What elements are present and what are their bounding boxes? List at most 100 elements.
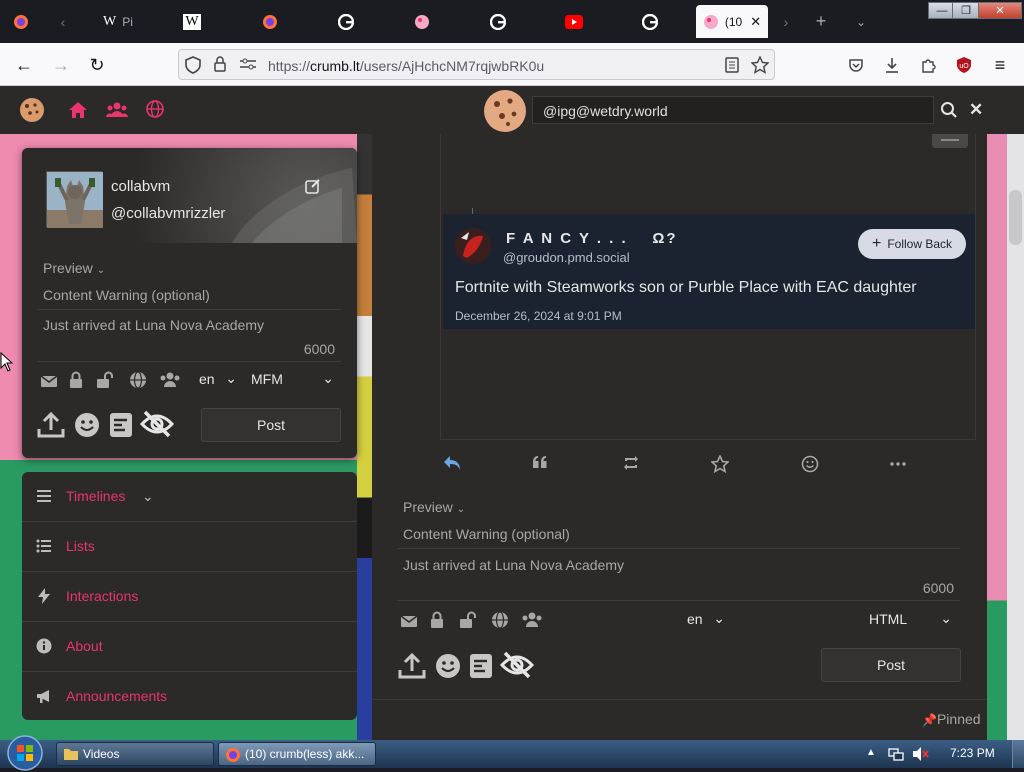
format-value: MFM — [251, 371, 283, 387]
reply-icon[interactable] — [443, 455, 461, 473]
shield-icon[interactable] — [185, 56, 201, 74]
chevron-down-icon: ⌄ — [96, 265, 106, 276]
reload-icon[interactable]: ↻ — [84, 52, 110, 78]
star-icon[interactable] — [711, 455, 729, 473]
avatar[interactable] — [455, 228, 491, 264]
tab-scroll-left-icon[interactable]: ‹ — [48, 0, 78, 43]
post-button[interactable]: Post — [201, 408, 341, 442]
lock-icon[interactable] — [429, 611, 447, 629]
chevron-down-icon: ⌄ — [225, 370, 237, 386]
eye-slash-icon[interactable] — [500, 651, 534, 679]
tab-google-3[interactable] — [620, 0, 680, 43]
globe-icon[interactable] — [146, 100, 166, 120]
permissions-icon[interactable] — [239, 57, 257, 71]
globe-icon[interactable] — [129, 371, 147, 389]
downloads-icon[interactable] — [879, 52, 905, 78]
follow-back-button[interactable]: + Follow Back — [858, 229, 966, 259]
poll-icon[interactable] — [109, 412, 137, 440]
hamburger-menu-icon[interactable]: ≡ — [987, 52, 1013, 78]
network-icon[interactable] — [888, 746, 904, 762]
quoted-note-date[interactable]: December 26, 2024 at 9:01 PM — [455, 309, 622, 323]
sidebar-item-announcements[interactable]: Announcements — [22, 672, 357, 720]
upload-icon[interactable] — [37, 411, 65, 439]
users-icon[interactable] — [521, 611, 542, 629]
close-tab-icon[interactable]: ✕ — [750, 14, 761, 30]
list-tabs-icon[interactable]: ⌄ — [850, 0, 872, 43]
tab-scroll-right-icon[interactable]: › — [776, 0, 796, 43]
tab-crumb[interactable] — [392, 0, 452, 43]
tray-expand-icon[interactable]: ▲ — [866, 747, 876, 758]
tab-google[interactable] — [316, 0, 376, 43]
edit-profile-icon[interactable] — [305, 178, 321, 194]
search-input[interactable]: @ipg@wetdry.world — [532, 96, 934, 124]
content-warning-input[interactable]: Content Warning (optional) — [37, 282, 341, 310]
lock-icon[interactable] — [213, 56, 227, 72]
unlock-icon[interactable] — [96, 371, 114, 389]
language-select[interactable]: en ⌄ — [193, 367, 243, 393]
post-button-right[interactable]: Post — [821, 648, 961, 682]
taskbar-item-videos[interactable]: Videos — [56, 742, 214, 766]
envelope-icon[interactable] — [40, 372, 58, 390]
back-icon[interactable]: ← — [11, 52, 37, 78]
globe-icon[interactable] — [491, 611, 509, 629]
sidebar-item-interactions[interactable]: Interactions — [22, 572, 357, 622]
sidebar-item-lists[interactable]: Lists — [22, 522, 357, 572]
reply-body-textarea[interactable]: Just arrived at Luna Nova Academy 6000 — [397, 551, 960, 601]
repeat-icon[interactable] — [622, 455, 640, 473]
emoji-icon[interactable] — [73, 411, 101, 439]
poll-icon[interactable] — [469, 653, 497, 681]
ublock-icon[interactable]: uO — [951, 52, 977, 78]
tab-wikipedia-2[interactable]: W — [162, 0, 222, 43]
unlock-icon[interactable] — [459, 611, 477, 629]
format-select[interactable]: MFM ⌄ — [245, 367, 340, 393]
url-bar[interactable]: https://crumb.lt/users/AjHchcNM7rqjwbRK0… — [178, 49, 775, 80]
format-value: HTML — [869, 611, 908, 627]
taskbar-item-firefox[interactable]: (10) crumb(less) akk... — [218, 742, 376, 766]
taskbar-clock[interactable]: 7:23 PM — [950, 746, 995, 760]
chevron-down-icon[interactable]: ⌄ — [142, 488, 154, 505]
tab-crumb-active[interactable]: (10 ✕ — [696, 5, 768, 38]
volume-muted-icon[interactable] — [912, 746, 930, 762]
post-body-textarea[interactable]: Just arrived at Luna Nova Academy 6000 — [37, 312, 341, 362]
chevron-down-icon: ⌄ — [322, 370, 334, 386]
lock-icon[interactable] — [68, 371, 86, 389]
tab-youtube[interactable] — [544, 0, 604, 43]
new-tab-icon[interactable]: + — [808, 0, 834, 43]
quote-icon[interactable] — [532, 455, 550, 473]
language-select-right[interactable]: en ⌄ — [681, 607, 731, 633]
preview-toggle[interactable]: Preview ⌄ — [43, 260, 105, 276]
preview-toggle-right[interactable]: Preview ⌄ — [403, 499, 465, 515]
home-icon[interactable] — [68, 100, 88, 120]
users-icon[interactable] — [159, 371, 180, 389]
upload-icon[interactable] — [398, 652, 426, 680]
emoji-react-icon[interactable] — [801, 455, 819, 473]
extensions-icon[interactable] — [915, 52, 941, 78]
cookie-logo-icon[interactable] — [18, 96, 46, 124]
close-window-icon[interactable]: ✕ — [978, 2, 1022, 19]
bookmark-star-icon[interactable] — [751, 56, 769, 74]
avatar[interactable] — [46, 171, 103, 228]
sidebar-item-about[interactable]: About — [22, 622, 357, 672]
emoji-icon[interactable] — [434, 652, 462, 680]
firefox-icon[interactable] — [6, 0, 36, 43]
pocket-icon[interactable] — [843, 52, 869, 78]
tab-wikipedia[interactable]: W Pi — [88, 0, 148, 43]
page-scrollbar-thumb[interactable] — [1009, 190, 1022, 245]
close-search-icon[interactable]: ✕ — [969, 100, 983, 120]
start-button-icon[interactable] — [6, 734, 44, 772]
reader-view-icon[interactable] — [725, 57, 739, 73]
forward-icon[interactable]: → — [48, 52, 74, 78]
search-icon[interactable] — [940, 101, 958, 119]
maximize-window-icon[interactable]: ❐ — [952, 2, 980, 19]
note-menu-button[interactable] — [932, 134, 968, 148]
more-options-icon[interactable] — [890, 455, 908, 473]
eye-slash-icon[interactable] — [140, 410, 174, 438]
sidebar-item-timelines[interactable]: Timelines ⌄ — [22, 472, 357, 522]
envelope-icon[interactable] — [400, 612, 418, 630]
users-icon[interactable] — [106, 100, 128, 120]
show-desktop-button[interactable] — [1012, 740, 1024, 768]
tab-google-2[interactable] — [468, 0, 528, 43]
format-select-right[interactable]: HTML ⌄ — [863, 607, 958, 633]
content-warning-input-right[interactable]: Content Warning (optional) — [397, 521, 960, 549]
tab-firefox[interactable] — [240, 0, 300, 43]
